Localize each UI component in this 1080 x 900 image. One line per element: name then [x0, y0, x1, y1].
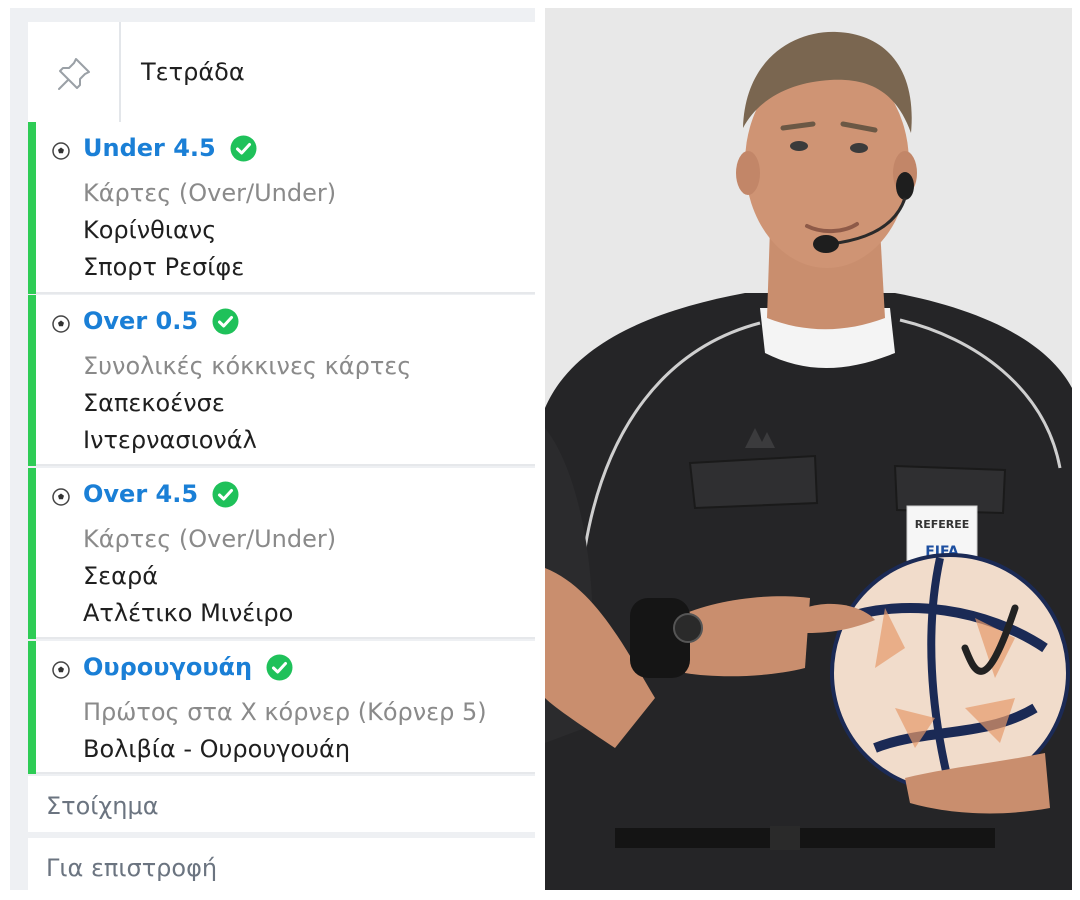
won-indicator-bar: [28, 641, 36, 774]
referee-photo: REFEREE FIFA: [545, 8, 1072, 890]
selection-pick: Over 4.5: [83, 480, 199, 508]
selection-market: Κάρτες (Over/Under): [83, 525, 337, 553]
referee-badge-text: REFEREE: [915, 518, 970, 531]
return-label: Για επιστροφή: [46, 854, 218, 882]
stake-row: Στοίχημα: [28, 776, 535, 832]
selection-market: Πρώτος στα Χ κόρνερ (Κόρνερ 5): [83, 698, 487, 726]
soccer-ball-icon: [52, 142, 70, 160]
bet-slip-panel: Τετράδα Under 4.5 Κάρτες (Over/Under) Κο…: [10, 8, 535, 890]
selection-market: Κάρτες (Over/Under): [83, 179, 337, 207]
selection-item[interactable]: Under 4.5 Κάρτες (Over/Under) Κορίνθιανς…: [28, 122, 535, 294]
stake-label: Στοίχημα: [46, 792, 159, 820]
selection-pick: Over 0.5: [83, 307, 199, 335]
selection-team: Σαπεκοένσε: [83, 389, 225, 417]
won-indicator-bar: [28, 295, 36, 466]
check-circle-icon: [212, 481, 239, 507]
won-indicator-bar: [28, 122, 36, 294]
selection-team: Σεαρά: [83, 562, 159, 590]
selection-team: Βολιβία - Ουρουγουάη: [83, 735, 351, 763]
selection-team: Κορίνθιανς: [83, 216, 217, 244]
soccer-ball-icon: [52, 488, 70, 506]
soccer-ball-icon: [52, 661, 70, 679]
selection-market: Συνολικές κόκκινες κάρτες: [83, 352, 412, 380]
bet-slip-title: Τετράδα: [141, 58, 245, 86]
bet-slip-header: Τετράδα: [28, 22, 535, 126]
pin-icon: [57, 58, 90, 90]
selection-item[interactable]: Over 0.5 Συνολικές κόκκινες κάρτες Σαπεκ…: [28, 295, 535, 466]
referee-illustration: REFEREE FIFA: [545, 8, 1072, 890]
selection-team: Σπορτ Ρεσίφε: [83, 253, 245, 281]
selection-pick: Ουρουγουάη: [83, 653, 253, 681]
soccer-ball-icon: [52, 315, 70, 333]
selection-team: Ατλέτικο Μινέιρο: [83, 599, 294, 627]
won-indicator-bar: [28, 468, 36, 639]
check-circle-icon: [230, 135, 257, 161]
check-circle-icon: [266, 654, 293, 680]
selection-pick: Under 4.5: [83, 134, 216, 162]
return-row: Για επιστροφή: [28, 838, 535, 890]
check-circle-icon: [212, 308, 239, 334]
selection-item[interactable]: Over 4.5 Κάρτες (Over/Under) Σεαρά Ατλέτ…: [28, 468, 535, 639]
selection-item[interactable]: Ουρουγουάη Πρώτος στα Χ κόρνερ (Κόρνερ 5…: [28, 641, 535, 774]
pin-button[interactable]: [28, 22, 121, 126]
selection-team: Ιντερνασιονάλ: [83, 426, 257, 454]
